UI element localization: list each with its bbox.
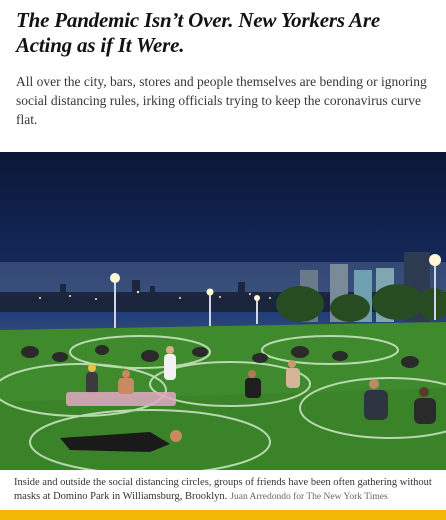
headline[interactable]: The Pandemic Isn’t Over. New Yorkers Are… [16,8,436,58]
accent-bar [0,510,446,520]
park-night-scene [0,252,446,470]
photo-credit: Juan Arredondo for The New York Times [230,492,388,502]
photo-caption-area: Inside and outside the social distancing… [0,472,446,508]
article-photo[interactable] [0,152,446,470]
photo-caption: Inside and outside the social distancing… [14,476,444,504]
article: The Pandemic Isn’t Over. New Yorkers Are… [0,0,446,520]
article-summary: All over the city, bars, stores and peop… [16,74,427,127]
